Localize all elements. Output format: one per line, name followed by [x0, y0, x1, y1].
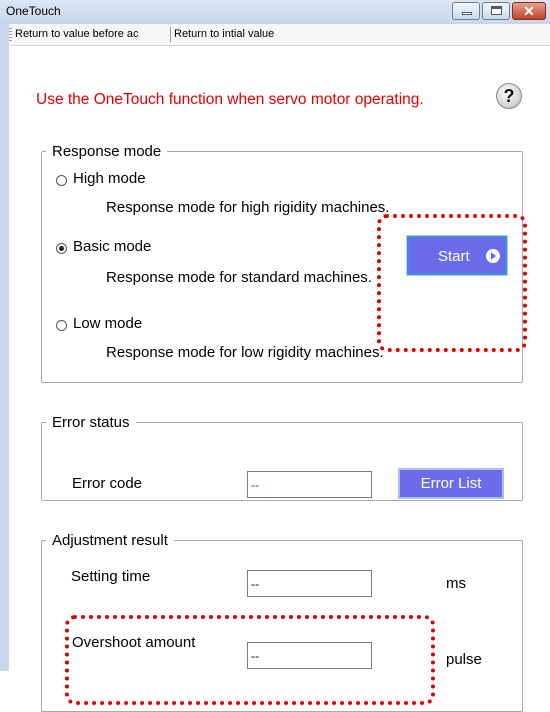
window-content: Return to value before ac Return to inti…: [9, 24, 550, 712]
return-before-adjust-button[interactable]: Return to value before ac: [15, 28, 170, 40]
error-status-legend: Error status: [52, 414, 130, 431]
basic-mode-label[interactable]: Basic mode: [73, 238, 151, 255]
basic-mode-description: Response mode for standard machines.: [106, 269, 372, 286]
toolbar: Return to value before ac Return to inti…: [9, 24, 550, 46]
close-button[interactable]: ✕: [512, 2, 546, 20]
setting-time-unit: ms: [446, 575, 466, 592]
window-title: OneTouch: [6, 4, 61, 18]
low-mode-radio[interactable]: [56, 320, 67, 331]
error-code-label: Error code: [72, 475, 143, 492]
high-mode-label[interactable]: High mode: [73, 170, 146, 187]
high-mode-radio[interactable]: [56, 175, 67, 186]
error-code-field: --: [247, 471, 372, 498]
close-icon: ✕: [523, 3, 535, 19]
setting-time-field: --: [247, 570, 372, 597]
minimize-button[interactable]: [452, 2, 480, 20]
maximize-icon: [491, 6, 502, 15]
response-mode-legend: Response mode: [52, 143, 162, 160]
toolbar-grip-icon: [9, 28, 12, 41]
window-frame-edge: [0, 24, 9, 671]
setting-time-label: Setting time: [71, 568, 151, 585]
high-mode-description: Response mode for high rigidity machines…: [106, 199, 390, 216]
toolbar-separator: [170, 27, 171, 42]
basic-mode-radio[interactable]: [56, 243, 67, 254]
start-button-highlight: [377, 214, 527, 352]
overshoot-highlight: [65, 615, 435, 705]
error-list-button[interactable]: Error List: [398, 468, 504, 499]
low-mode-label[interactable]: Low mode: [73, 315, 142, 332]
low-mode-description: Response mode for low rigidity machines.: [106, 344, 384, 361]
minimize-icon: [462, 12, 472, 15]
operating-notice: Use the OneTouch function when servo mot…: [36, 91, 424, 108]
return-initial-value-button[interactable]: Return to intial value: [174, 28, 274, 40]
adjustment-result-legend: Adjustment result: [52, 532, 168, 549]
help-question-icon[interactable]: ?: [496, 83, 522, 109]
overshoot-amount-unit: pulse: [446, 651, 482, 668]
title-bar: OneTouch ✕: [0, 0, 550, 25]
maximize-button[interactable]: [482, 2, 510, 20]
